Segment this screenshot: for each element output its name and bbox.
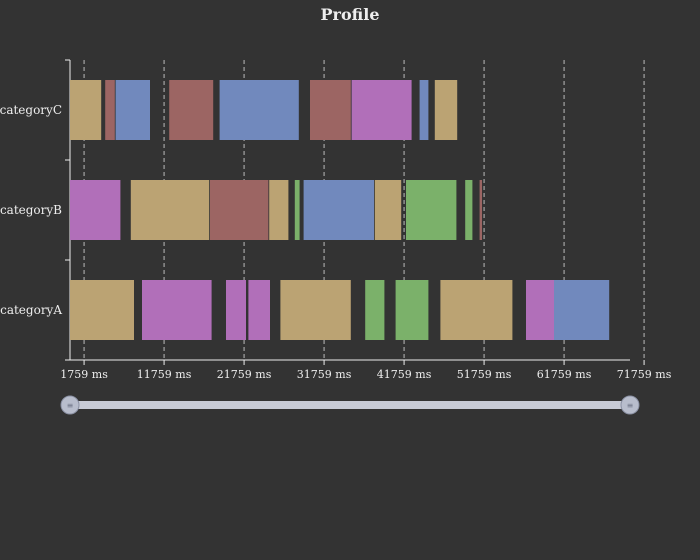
- category-label: categoryB: [0, 203, 62, 217]
- x-tick-label: 51759 ms: [457, 368, 512, 381]
- slider-handle-right[interactable]: ≡: [620, 395, 640, 415]
- grip-icon: ≡: [67, 401, 74, 410]
- bar-segment[interactable]: [248, 280, 270, 340]
- bar-segment[interactable]: [303, 180, 374, 240]
- bar-segment[interactable]: [142, 280, 212, 340]
- x-tick-label: 71759 ms: [617, 368, 672, 381]
- bar-segment[interactable]: [210, 180, 269, 240]
- bar-segment[interactable]: [70, 280, 134, 340]
- bar-segment[interactable]: [465, 180, 473, 240]
- bar-segment[interactable]: [105, 80, 115, 140]
- bar-segment[interactable]: [440, 280, 513, 340]
- bar-segment[interactable]: [374, 180, 402, 240]
- bar-segment[interactable]: [419, 80, 429, 140]
- bar-segment[interactable]: [169, 80, 214, 140]
- range-slider[interactable]: ≡ ≡: [60, 395, 640, 415]
- bar-segment[interactable]: [395, 280, 429, 340]
- bar-segment[interactable]: [70, 180, 121, 240]
- bar-segment[interactable]: [310, 80, 351, 140]
- bar-segment[interactable]: [554, 280, 610, 340]
- slider-handle-left[interactable]: ≡: [60, 395, 80, 415]
- bar-segment[interactable]: [115, 80, 150, 140]
- bar-segment[interactable]: [351, 80, 412, 140]
- bar-segment[interactable]: [280, 280, 351, 340]
- x-tick-label: 11759 ms: [137, 368, 192, 381]
- x-tick-label: 21759 ms: [217, 368, 272, 381]
- x-axis-ticks: 1759 ms 11759 ms 21759 ms 31759 ms 41759 ms 5…: [60, 360, 672, 381]
- bar-segment[interactable]: [406, 180, 457, 240]
- bars-layer: [70, 80, 610, 340]
- bar-segment[interactable]: [365, 280, 385, 340]
- chart-title: Profile: [320, 5, 379, 24]
- bar-segment[interactable]: [226, 280, 246, 340]
- category-label: categoryC: [0, 103, 62, 117]
- profile-chart: Profile categoryC categoryB categoryA 1759…: [0, 5, 672, 415]
- bar-segment[interactable]: [269, 180, 289, 240]
- bar-segment[interactable]: [479, 180, 482, 240]
- x-tick-label: 41759 ms: [377, 368, 432, 381]
- slider-track[interactable]: [70, 401, 630, 409]
- bar-segment[interactable]: [434, 80, 458, 140]
- bar-segment[interactable]: [526, 280, 554, 340]
- x-tick-label: 31759 ms: [297, 368, 352, 381]
- bar-segment[interactable]: [294, 180, 300, 240]
- y-axis-ticks: categoryC categoryB categoryA: [0, 59, 70, 361]
- category-label: categoryA: [0, 303, 62, 317]
- x-tick-label: 61759 ms: [537, 368, 592, 381]
- bar-segment[interactable]: [130, 180, 210, 240]
- bar-segment[interactable]: [70, 80, 102, 140]
- x-tick-label: 1759 ms: [60, 368, 108, 381]
- bar-segment[interactable]: [219, 80, 299, 140]
- grip-icon: ≡: [627, 401, 634, 410]
